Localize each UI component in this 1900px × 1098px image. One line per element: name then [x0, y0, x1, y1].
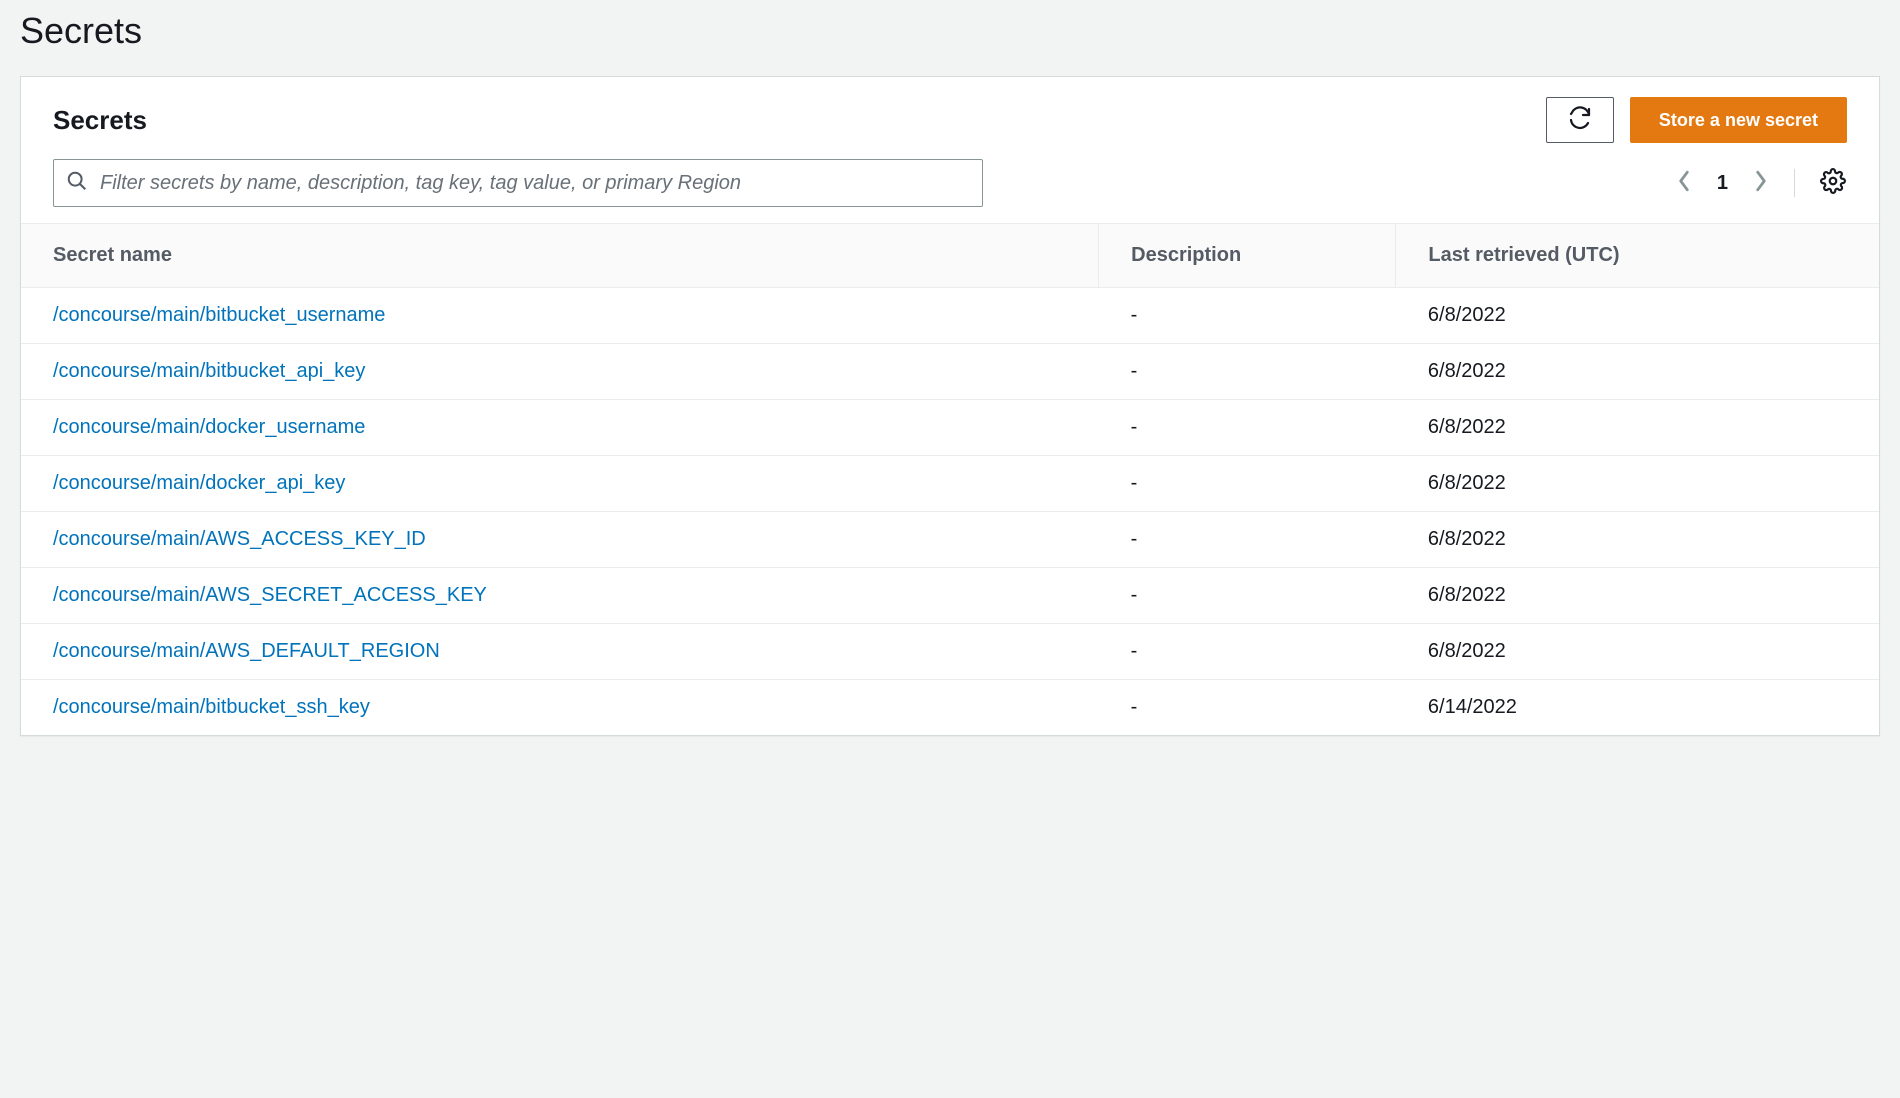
panel-header: Secrets Store a new secret — [21, 77, 1879, 159]
gear-icon — [1820, 168, 1846, 199]
page-title: Secrets — [20, 10, 1880, 52]
table-row: /concourse/main/bitbucket_api_key-6/8/20… — [21, 344, 1879, 400]
search-icon — [66, 170, 100, 197]
secrets-table: Secret name Description Last retrieved (… — [21, 223, 1879, 735]
secret-last-retrieved: 6/8/2022 — [1396, 344, 1879, 400]
panel-actions: Store a new secret — [1546, 97, 1847, 143]
pagination: 1 — [1675, 169, 1847, 197]
secret-name-link[interactable]: /concourse/main/AWS_SECRET_ACCESS_KEY — [21, 568, 1099, 624]
table-header-row: Secret name Description Last retrieved (… — [21, 224, 1879, 288]
search-box[interactable] — [53, 159, 983, 207]
secret-description: - — [1099, 680, 1396, 736]
header-secret-name[interactable]: Secret name — [21, 224, 1099, 288]
table-row: /concourse/main/bitbucket_ssh_key-6/14/2… — [21, 680, 1879, 736]
store-new-secret-button[interactable]: Store a new secret — [1630, 97, 1847, 143]
secret-description: - — [1099, 456, 1396, 512]
secret-name-link[interactable]: /concourse/main/bitbucket_api_key — [21, 344, 1099, 400]
header-description[interactable]: Description — [1099, 224, 1396, 288]
next-page-button[interactable] — [1752, 169, 1770, 197]
secret-name-link[interactable]: /concourse/main/bitbucket_ssh_key — [21, 680, 1099, 736]
divider — [1794, 169, 1795, 197]
secret-last-retrieved: 6/8/2022 — [1396, 568, 1879, 624]
secret-description: - — [1099, 624, 1396, 680]
chevron-right-icon — [1754, 170, 1768, 197]
refresh-icon — [1568, 106, 1592, 135]
chevron-left-icon — [1677, 170, 1691, 197]
secret-description: - — [1099, 512, 1396, 568]
secret-description: - — [1099, 344, 1396, 400]
secret-last-retrieved: 6/8/2022 — [1396, 456, 1879, 512]
secret-last-retrieved: 6/8/2022 — [1396, 400, 1879, 456]
secret-description: - — [1099, 400, 1396, 456]
secret-last-retrieved: 6/14/2022 — [1396, 680, 1879, 736]
secret-name-link[interactable]: /concourse/main/AWS_ACCESS_KEY_ID — [21, 512, 1099, 568]
prev-page-button[interactable] — [1675, 169, 1693, 197]
secrets-panel: Secrets Store a new secret — [20, 76, 1880, 736]
secret-description: - — [1099, 568, 1396, 624]
table-row: /concourse/main/docker_username-6/8/2022 — [21, 400, 1879, 456]
refresh-button[interactable] — [1546, 97, 1614, 143]
secret-name-link[interactable]: /concourse/main/bitbucket_username — [21, 288, 1099, 344]
table-row: /concourse/main/AWS_SECRET_ACCESS_KEY-6/… — [21, 568, 1879, 624]
secret-last-retrieved: 6/8/2022 — [1396, 512, 1879, 568]
table-settings-button[interactable] — [1819, 169, 1847, 197]
header-last-retrieved[interactable]: Last retrieved (UTC) — [1396, 224, 1879, 288]
page-number: 1 — [1717, 172, 1728, 195]
secret-last-retrieved: 6/8/2022 — [1396, 288, 1879, 344]
secret-name-link[interactable]: /concourse/main/docker_api_key — [21, 456, 1099, 512]
table-row: /concourse/main/AWS_DEFAULT_REGION-6/8/2… — [21, 624, 1879, 680]
search-input[interactable] — [100, 172, 970, 195]
secret-last-retrieved: 6/8/2022 — [1396, 624, 1879, 680]
panel-title: Secrets — [53, 105, 147, 136]
table-row: /concourse/main/docker_api_key-6/8/2022 — [21, 456, 1879, 512]
toolbar: 1 — [21, 159, 1879, 223]
table-row: /concourse/main/bitbucket_username-6/8/2… — [21, 288, 1879, 344]
secret-name-link[interactable]: /concourse/main/docker_username — [21, 400, 1099, 456]
table-row: /concourse/main/AWS_ACCESS_KEY_ID-6/8/20… — [21, 512, 1879, 568]
secret-name-link[interactable]: /concourse/main/AWS_DEFAULT_REGION — [21, 624, 1099, 680]
secret-description: - — [1099, 288, 1396, 344]
